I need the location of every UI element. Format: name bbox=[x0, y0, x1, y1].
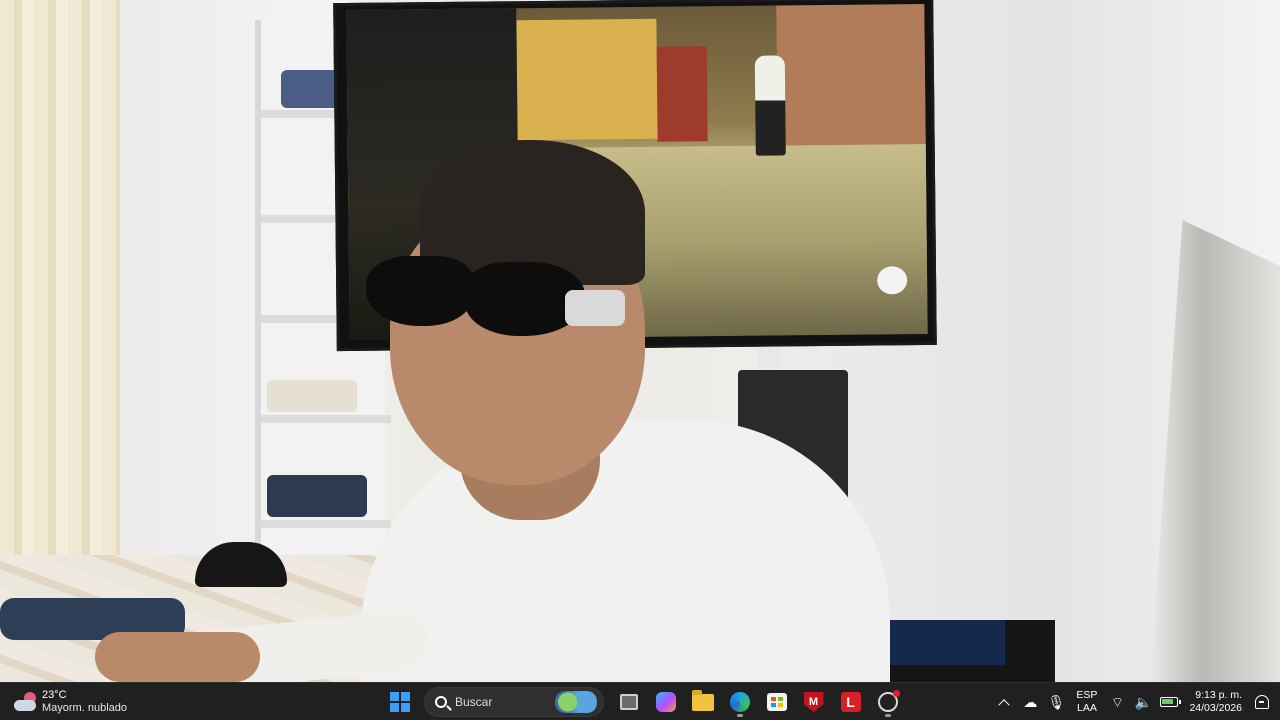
microphone-button[interactable]: 🎙 bbox=[1044, 686, 1068, 718]
clock[interactable]: 9:13 p. m. 24/03/2026 bbox=[1183, 686, 1248, 718]
microphone-icon: 🎙 bbox=[1047, 694, 1066, 710]
notifications-button[interactable] bbox=[1250, 686, 1274, 718]
keyboard-layout: LAA bbox=[1077, 702, 1097, 714]
search-icon bbox=[435, 696, 447, 708]
task-view-icon bbox=[619, 694, 638, 710]
wifi-icon: ⌔ bbox=[1110, 694, 1125, 710]
folder-icon bbox=[691, 689, 714, 711]
store-button[interactable] bbox=[760, 686, 793, 718]
search-highlight-icon bbox=[555, 691, 597, 713]
partly-cloudy-icon bbox=[12, 691, 36, 713]
show-hidden-icons-button[interactable] bbox=[992, 686, 1016, 718]
system-tray: ☁ 🎙 ESP LAA ⌔ 🔈 9:13 p. m. 24/03/2026 bbox=[992, 686, 1274, 718]
l-app-icon: L bbox=[840, 692, 861, 712]
l-app-button[interactable]: L bbox=[834, 686, 867, 718]
file-explorer-button[interactable] bbox=[686, 686, 719, 718]
mcafee-button[interactable]: M bbox=[797, 686, 830, 718]
edge-icon bbox=[729, 692, 750, 712]
task-view-button[interactable] bbox=[612, 686, 645, 718]
start-button[interactable] bbox=[383, 686, 416, 718]
copilot-icon bbox=[655, 692, 676, 712]
cloud-status-button[interactable]: ☁ bbox=[1018, 686, 1042, 718]
clock-time: 9:13 p. m. bbox=[1195, 689, 1242, 701]
taskbar: 23°C Mayorm. nublado Buscar M L ☁ 🎙 ESP … bbox=[0, 682, 1280, 720]
steam-icon bbox=[877, 690, 900, 712]
cloud-offline-icon: ☁ bbox=[1023, 694, 1038, 710]
shield-icon: M bbox=[803, 692, 824, 712]
sunglasses-arm bbox=[565, 290, 625, 326]
person-hand bbox=[95, 632, 260, 682]
weather-widget[interactable]: 23°C Mayorm. nublado bbox=[12, 686, 127, 718]
network-button[interactable]: ⌔ bbox=[1105, 686, 1129, 718]
volume-button[interactable]: 🔈 bbox=[1131, 686, 1155, 718]
weather-temperature: 23°C bbox=[42, 689, 67, 701]
chevron-up-icon bbox=[998, 699, 1011, 711]
windows-logo-icon bbox=[389, 692, 410, 712]
battery-charging-icon bbox=[1160, 697, 1182, 707]
battery-button[interactable] bbox=[1157, 686, 1182, 718]
game-case bbox=[880, 620, 1005, 665]
taskbar-center: Buscar M L bbox=[383, 686, 904, 718]
running-indicator bbox=[736, 714, 743, 717]
language-code: ESP bbox=[1076, 689, 1098, 701]
volume-icon: 🔈 bbox=[1134, 694, 1153, 710]
weather-condition: Mayorm. nublado bbox=[42, 702, 127, 714]
running-indicator bbox=[884, 714, 891, 717]
weather-text: 23°C Mayorm. nublado bbox=[42, 689, 127, 715]
sunglasses-left-lens bbox=[366, 256, 474, 326]
store-icon bbox=[766, 693, 787, 711]
bell-icon bbox=[1255, 695, 1269, 709]
search-placeholder: Buscar bbox=[455, 695, 493, 709]
copilot-button[interactable] bbox=[649, 686, 682, 718]
language-switcher[interactable]: ESP LAA bbox=[1070, 686, 1103, 718]
steam-button[interactable] bbox=[871, 686, 904, 718]
search-box[interactable]: Buscar bbox=[424, 687, 604, 717]
webcam-image bbox=[0, 0, 1280, 682]
edge-button[interactable] bbox=[723, 686, 756, 718]
clock-date: 24/03/2026 bbox=[1189, 702, 1242, 714]
